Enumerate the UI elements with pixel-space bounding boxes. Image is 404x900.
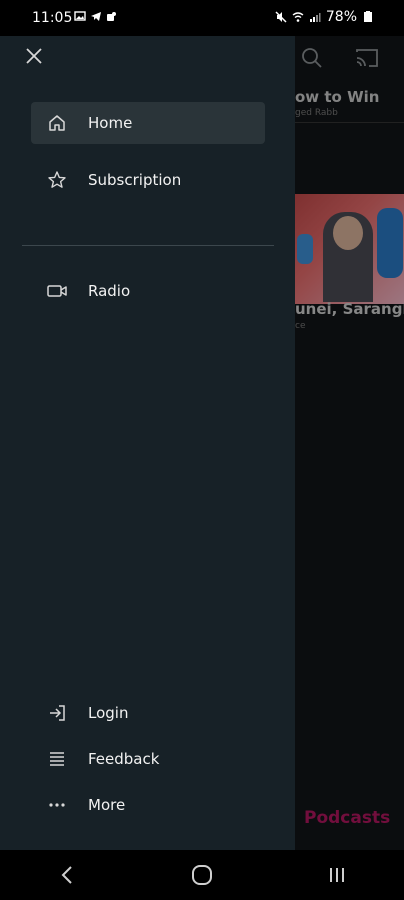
status-bar: 11:05 78% [0, 0, 404, 36]
video-icon [46, 280, 68, 302]
mute-icon [275, 11, 287, 23]
back-button[interactable] [47, 855, 87, 895]
close-button[interactable] [22, 44, 46, 68]
status-time: 11:05 [32, 10, 73, 26]
menu-item-login[interactable]: Login [31, 692, 265, 734]
teams-icon [107, 12, 116, 21]
menu-item-label: Subscription [88, 171, 182, 189]
home-button[interactable] [182, 855, 222, 895]
gallery-icon [74, 11, 86, 21]
home-circle-icon [191, 865, 212, 885]
menu-item-radio[interactable]: Radio [31, 270, 265, 312]
menu-item-subscription[interactable]: Subscription [31, 159, 265, 201]
signal-icon [309, 13, 321, 22]
login-icon [46, 702, 68, 724]
menu-item-label: More [88, 796, 126, 814]
back-icon [61, 866, 73, 884]
recents-icon [329, 868, 344, 882]
close-icon [26, 48, 42, 64]
menu-item-label: Radio [88, 282, 131, 300]
menu-item-more[interactable]: More [31, 784, 265, 826]
star-icon [46, 169, 68, 191]
system-nav-bar [0, 850, 404, 900]
menu-item-label: Feedback [88, 750, 160, 768]
list-icon [46, 748, 68, 770]
home-icon [46, 112, 68, 134]
battery-icon [364, 11, 372, 22]
system-icons: 78% [275, 9, 374, 25]
telegram-icon [91, 12, 101, 21]
menu-item-feedback[interactable]: Feedback [31, 738, 265, 780]
battery-percent: 78% [325, 9, 357, 25]
menu-item-label: Home [88, 114, 133, 132]
drawer-divider [22, 245, 274, 246]
notification-icons [74, 10, 118, 22]
menu-item-home[interactable]: Home [31, 102, 265, 144]
navigation-drawer: Home Subscription Radio Login Feedback M… [0, 36, 295, 850]
more-icon [46, 794, 68, 816]
recents-button[interactable] [317, 855, 357, 895]
wifi-icon [292, 12, 304, 22]
menu-item-label: Login [88, 704, 129, 722]
